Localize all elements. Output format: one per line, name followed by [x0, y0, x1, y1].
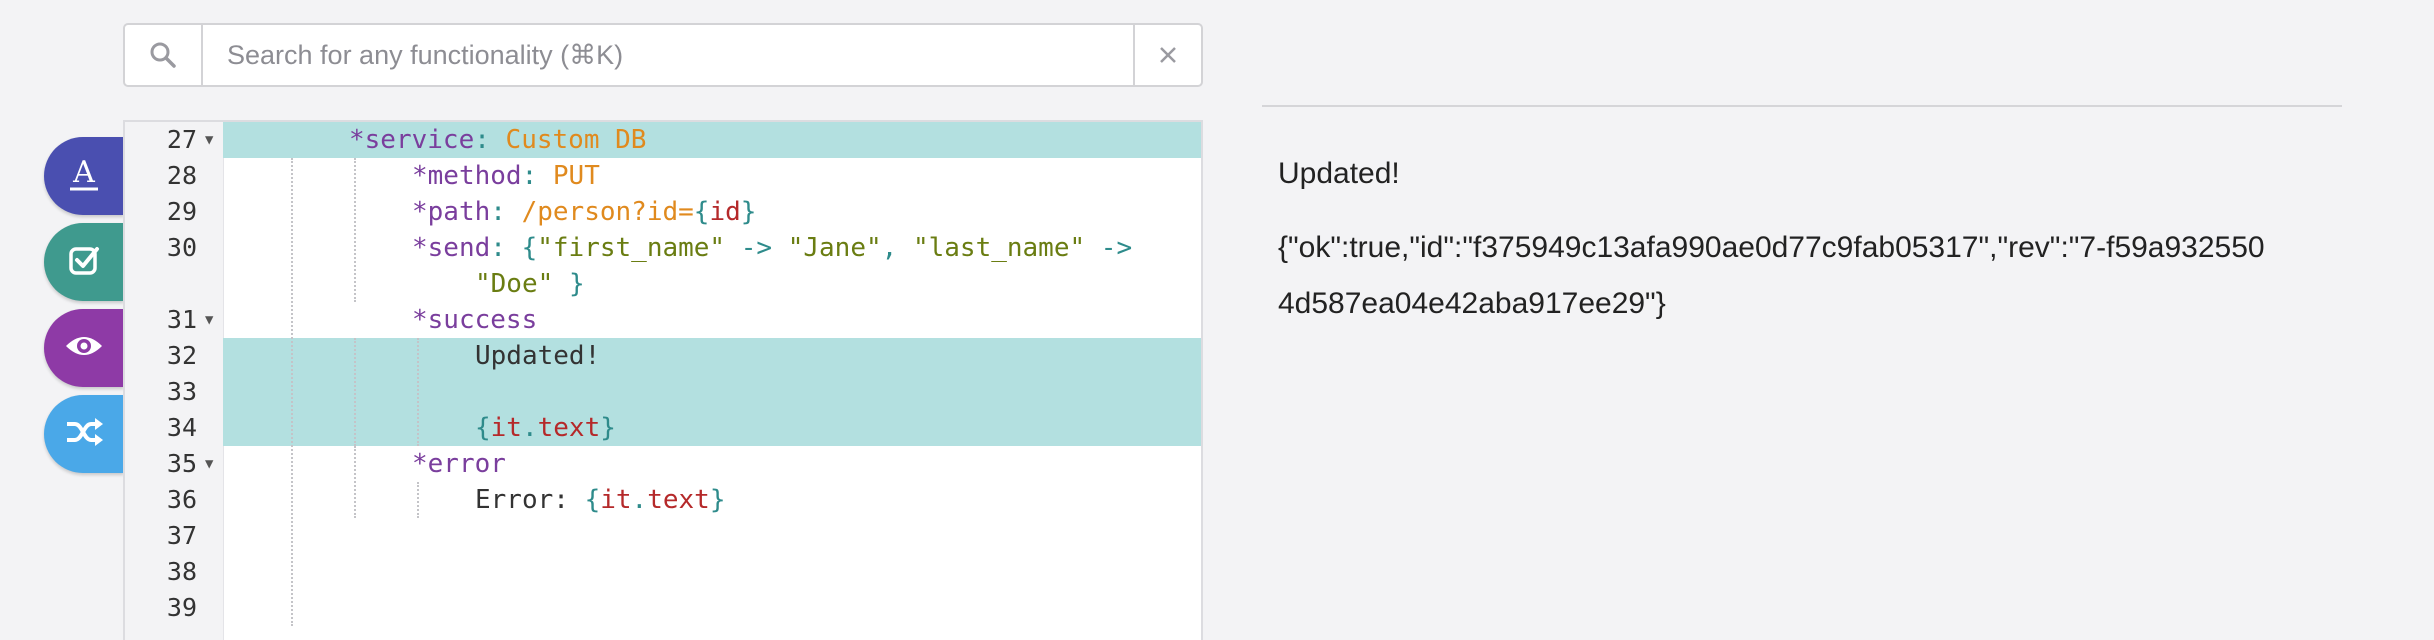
fold-arrow-icon[interactable]: ▼ [205, 302, 213, 338]
it-variable: it [490, 413, 522, 443]
code-line: 31 ▼ *success [125, 302, 1201, 338]
code-line: 33 [125, 374, 1201, 410]
colon: : [490, 197, 506, 227]
brace-open: { [693, 197, 710, 227]
it-variable: it [600, 485, 632, 515]
code-line: 34 {it.text} [125, 410, 1201, 446]
string-literal: "Doe" [475, 269, 554, 299]
shuffle-button[interactable] [44, 395, 124, 473]
code-line: 29 *path: /person?id={id} [125, 194, 1201, 230]
line-number: 31 [166, 305, 197, 334]
service-key: *service [349, 125, 475, 155]
shuffle-icon [64, 416, 104, 453]
line-number: 37 [166, 521, 197, 550]
colon: : [474, 125, 490, 155]
path-key: *path [412, 197, 491, 227]
updated-text: Updated! [475, 341, 601, 371]
string-literal: "last_name" [912, 233, 1086, 263]
line-number: 33 [166, 377, 197, 406]
text-property: text [537, 413, 601, 443]
code-line: 37 [125, 518, 1201, 554]
dot: . [521, 413, 538, 443]
error-text: Error: [475, 485, 585, 515]
line-number: 34 [166, 413, 197, 442]
code-editor[interactable]: 27 ▼ *service: Custom DB 28 *method: PUT… [123, 120, 1203, 640]
validate-button[interactable] [44, 223, 124, 301]
colon: : [521, 161, 538, 191]
id-variable: id [709, 197, 741, 227]
arrow-operator: -> [740, 233, 773, 263]
code-line-wrap: "Doe" } [125, 266, 1201, 302]
brace-close: } [600, 413, 616, 443]
error-key: *error [412, 449, 506, 479]
result-title: Updated! [1278, 157, 1400, 190]
line-number: 30 [166, 233, 197, 262]
text-property: text [647, 485, 710, 515]
service-value: Custom DB [505, 125, 647, 155]
format-button[interactable]: A [44, 137, 124, 215]
code-line: 35 ▼ *error [125, 446, 1201, 482]
line-number: 36 [166, 485, 197, 514]
line-number: 27 [166, 125, 197, 154]
line-number: 32 [166, 341, 197, 370]
method-key: *method [412, 161, 522, 191]
send-key: *send [412, 233, 491, 263]
comma: , [881, 233, 898, 263]
arrow-operator: -> [1100, 233, 1133, 263]
search-bar [123, 23, 1203, 87]
checkbox-icon [67, 243, 101, 282]
path-value: /person?id= [521, 197, 694, 227]
dot: . [631, 485, 648, 515]
code-line: 39 [125, 590, 1201, 626]
success-key: *success [412, 305, 538, 335]
code-line: 30 *send: {"first_name" -> "Jane", "last… [125, 230, 1201, 266]
string-literal: "first_name" [537, 233, 726, 263]
brace-open: { [475, 413, 491, 443]
code-line: 36 Error: {it.text} [125, 482, 1201, 518]
svg-text:A: A [72, 155, 95, 190]
result-panel: Updated! {"ok":true,"id":"f375949c13afa9… [1278, 150, 2278, 332]
search-icon[interactable] [125, 25, 203, 85]
line-number: 29 [166, 197, 197, 226]
code-line: 27 ▼ *service: Custom DB [125, 122, 1201, 158]
close-icon[interactable] [1133, 25, 1201, 85]
panel-divider [1262, 105, 2342, 107]
brace-close: } [740, 197, 757, 227]
brace-open: { [584, 485, 601, 515]
search-input[interactable] [203, 25, 1133, 85]
code-line: 38 [125, 554, 1201, 590]
line-number: 35 [166, 449, 197, 478]
result-json: {"ok":true,"id":"f375949c13afa990ae0d77c… [1278, 231, 2265, 320]
line-number: 28 [166, 161, 197, 190]
preview-button[interactable] [44, 309, 124, 387]
colon: : [490, 233, 506, 263]
brace-open: { [521, 233, 538, 263]
brace-close: } [709, 485, 726, 515]
line-number: 38 [166, 557, 197, 586]
method-value: PUT [552, 161, 600, 191]
text-format-icon: A [66, 154, 102, 199]
brace-close: } [568, 269, 585, 299]
fold-arrow-icon[interactable]: ▼ [205, 446, 213, 482]
fold-arrow-icon[interactable]: ▼ [205, 122, 213, 158]
code-line: 28 *method: PUT [125, 158, 1201, 194]
line-number: 39 [166, 593, 197, 622]
string-literal: "Jane" [787, 233, 882, 263]
eye-icon [64, 331, 104, 366]
code-line: 32 Updated! [125, 338, 1201, 374]
